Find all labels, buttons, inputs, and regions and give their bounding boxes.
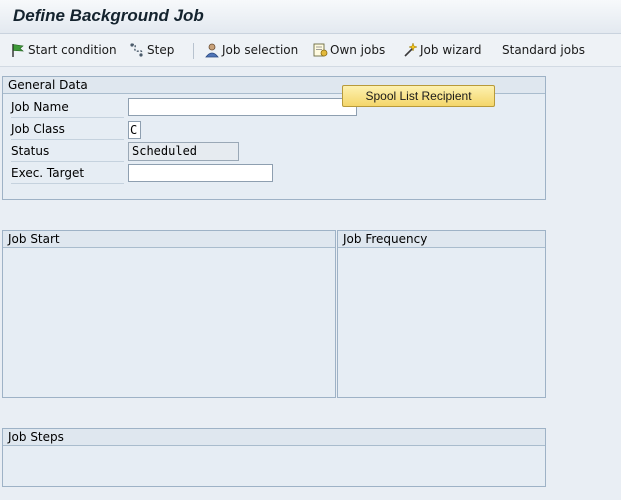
exec-target-input[interactable] <box>128 164 273 182</box>
job-start-title: Job Start <box>3 231 335 248</box>
step-label: Step <box>147 43 175 57</box>
job-selection-label: Job selection <box>222 43 299 57</box>
job-start-group: Job Start <box>2 230 336 398</box>
steps-icon <box>129 42 145 58</box>
exec-target-label: Exec. Target <box>11 164 124 184</box>
page-title: Define Background Job <box>13 6 204 25</box>
standard-jobs-label: Standard jobs <box>502 43 585 57</box>
job-steps-group: Job Steps <box>2 428 546 487</box>
job-steps-title: Job Steps <box>3 429 545 446</box>
application-toolbar: Start condition Step Job selection Own j… <box>0 34 621 96</box>
standard-jobs-button[interactable]: Standard jobs <box>502 41 585 59</box>
job-class-input[interactable] <box>128 121 141 139</box>
job-selection-button[interactable]: Job selection <box>204 41 298 59</box>
flag-icon <box>10 42 26 58</box>
own-jobs-button[interactable]: Own jobs <box>312 41 385 59</box>
start-condition-button[interactable]: Start condition <box>10 41 117 59</box>
job-frequency-group: Job Frequency <box>337 230 546 398</box>
job-wizard-button[interactable]: Job wizard <box>402 41 481 59</box>
status-label: Status <box>11 142 124 162</box>
job-name-input[interactable] <box>128 98 357 116</box>
start-condition-label: Start condition <box>28 43 117 57</box>
own-jobs-label: Own jobs <box>330 43 386 57</box>
own-jobs-icon <box>312 42 328 58</box>
person-select-icon <box>204 42 220 58</box>
job-class-label: Job Class <box>11 120 124 140</box>
toolbar-separator <box>193 43 194 59</box>
job-name-label: Job Name <box>11 98 124 118</box>
spool-list-recipient-button[interactable]: Spool List Recipient <box>342 85 495 107</box>
job-wizard-label: Job wizard <box>420 43 482 57</box>
title-bar: Define Background Job <box>0 0 621 34</box>
step-button[interactable]: Step <box>129 41 174 59</box>
status-field: Scheduled <box>128 142 239 161</box>
job-frequency-title: Job Frequency <box>338 231 545 248</box>
wizard-wand-icon <box>402 42 418 58</box>
